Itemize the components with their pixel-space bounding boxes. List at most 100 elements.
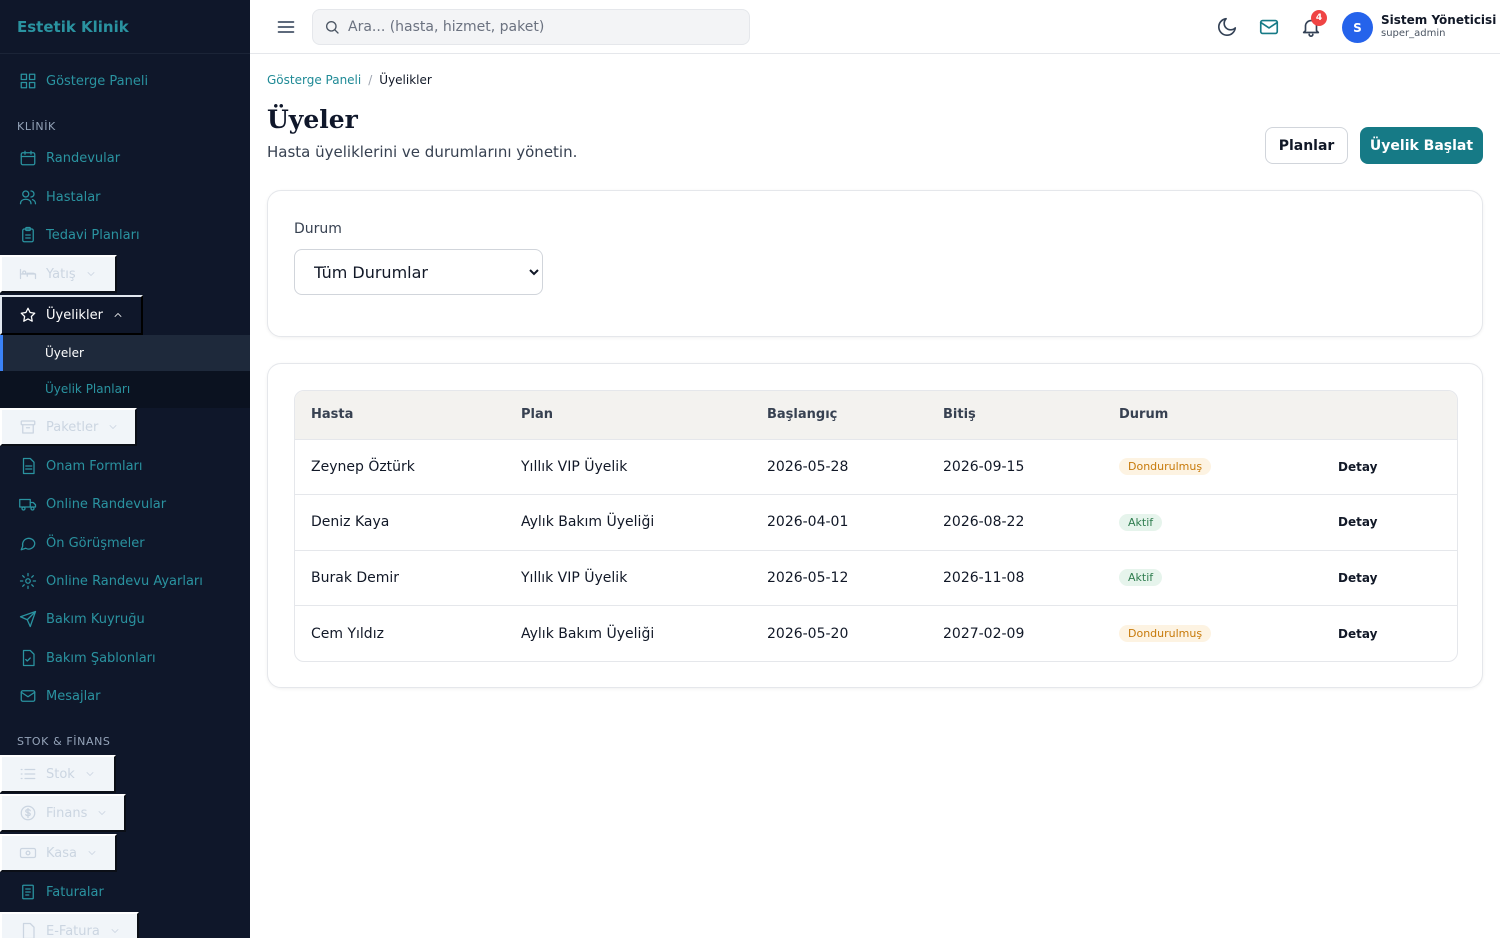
cell-end: 2026-08-22 bbox=[943, 514, 1025, 531]
sidebar-item-label: Kasa bbox=[46, 845, 78, 861]
sidebar-group-packages[interactable]: Paketler bbox=[0, 408, 137, 446]
sidebar-item-label: Randevular bbox=[46, 150, 121, 166]
cell-patient: Zeynep Öztürk bbox=[311, 458, 415, 475]
sidebar-item-treatment-plans[interactable]: Tedavi Planları bbox=[0, 217, 140, 253]
search-bar bbox=[312, 9, 750, 45]
status-badge: Dondurulmuş bbox=[1119, 625, 1212, 642]
list-icon bbox=[19, 765, 37, 783]
sidebar-group-yatis[interactable]: Yatış bbox=[0, 255, 117, 293]
sidebar-item-label: Finans bbox=[46, 805, 88, 821]
menu-icon[interactable] bbox=[276, 17, 296, 37]
search-icon bbox=[324, 19, 340, 35]
sidebar-subitem-membership-plans[interactable]: Üyelik Planları bbox=[0, 371, 250, 407]
sidebar-item-label: Online Randevu Ayarları bbox=[46, 573, 203, 589]
cell-action: Detay bbox=[1322, 606, 1457, 662]
cell-status: Aktif bbox=[1103, 550, 1322, 606]
chevron-down-icon bbox=[107, 421, 119, 433]
cell-start: 2026-05-20 bbox=[767, 625, 849, 642]
sidebar-item-care-queue[interactable]: Bakım Kuyruğu bbox=[0, 601, 145, 637]
start-membership-button[interactable]: Üyelik Başlat bbox=[1360, 127, 1483, 164]
sidebar-item-messages[interactable]: Mesajlar bbox=[0, 678, 101, 714]
sidebar-item-label: Stok bbox=[46, 766, 75, 782]
sidebar-item-online-appointment-settings[interactable]: Online Randevu Ayarları bbox=[0, 563, 203, 599]
cell-start: 2026-05-12 bbox=[767, 569, 849, 586]
sidebar-item-label: Faturalar bbox=[46, 884, 104, 900]
memberships-submenu: Üyeler Üyelik Planları bbox=[0, 335, 250, 408]
detail-link[interactable]: Detay bbox=[1338, 460, 1377, 474]
status-badge: Aktif bbox=[1119, 569, 1163, 587]
sidebar-group-e-invoice[interactable]: E-Fatura bbox=[0, 912, 139, 938]
cell-end: 2027-02-09 bbox=[943, 625, 1025, 642]
detail-link[interactable]: Detay bbox=[1338, 571, 1377, 585]
cell-patient: Burak Demir bbox=[311, 569, 400, 586]
chevron-down-icon bbox=[84, 768, 96, 780]
cell-end: 2026-09-15 bbox=[943, 458, 1025, 475]
column-header-plan: Plan bbox=[505, 391, 751, 440]
archive-icon bbox=[19, 418, 37, 436]
chevron-down-icon bbox=[109, 925, 121, 937]
sidebar-group-memberships[interactable]: Üyelikler bbox=[0, 295, 143, 335]
sidebar-item-care-templates[interactable]: Bakım Şablonları bbox=[0, 640, 156, 676]
detail-link[interactable]: Detay bbox=[1338, 515, 1377, 529]
clipboard-icon bbox=[19, 226, 37, 244]
column-header-start: Başlangıç bbox=[751, 391, 927, 440]
brand-logo[interactable]: Estetik Klinik bbox=[0, 0, 250, 54]
page-subtitle: Hasta üyeliklerini ve durumlarını yöneti… bbox=[267, 143, 578, 161]
topbar: 4 S Sistem Yöneticisi super_admin bbox=[250, 0, 1500, 54]
truck-icon bbox=[19, 495, 37, 513]
table-row: Burak Demir Yıllık VIP Üyelik 2026-05-12… bbox=[295, 550, 1457, 606]
cell-patient: Deniz Kaya bbox=[311, 514, 390, 531]
file-check-icon bbox=[19, 649, 37, 667]
sidebar-item-invoices[interactable]: Faturalar bbox=[0, 874, 104, 910]
breadcrumb-home-link[interactable]: Gösterge Paneli bbox=[267, 73, 361, 87]
cell-patient: Cem Yıldız bbox=[311, 625, 384, 642]
cell-start: 2026-04-01 bbox=[767, 514, 849, 531]
calendar-icon bbox=[19, 149, 37, 167]
members-table-card: Hasta Plan Başlangıç Bitiş Durum Zeynep … bbox=[267, 363, 1483, 688]
user-role: super_admin bbox=[1381, 28, 1446, 39]
table-row: Cem Yıldız Aylık Bakım Üyeliği 2026-05-2… bbox=[295, 606, 1457, 662]
sidebar-item-label: Online Randevular bbox=[46, 496, 167, 512]
sidebar-item-label: E-Fatura bbox=[46, 923, 100, 938]
search-input[interactable] bbox=[348, 19, 728, 35]
section-label-stock-finance: STOK & FİNANS bbox=[17, 735, 111, 748]
status-filter-select[interactable]: Tüm Durumlar bbox=[294, 249, 543, 295]
sidebar-item-consent-forms[interactable]: Onam Formları bbox=[0, 448, 143, 484]
sidebar-item-appointments[interactable]: Randevular bbox=[0, 140, 120, 176]
cell-end: 2026-11-08 bbox=[943, 569, 1025, 586]
sidebar-item-dashboard[interactable]: Gösterge Paneli bbox=[0, 63, 148, 99]
sidebar-item-label: Onam Formları bbox=[46, 458, 143, 474]
sidebar-item-patients[interactable]: Hastalar bbox=[0, 179, 101, 215]
users-icon bbox=[19, 188, 37, 206]
sidebar-item-online-appointments[interactable]: Online Randevular bbox=[0, 486, 166, 522]
mail-icon[interactable] bbox=[1258, 16, 1280, 38]
cell-plan: Yıllık VIP Üyelik bbox=[521, 569, 628, 586]
user-name[interactable]: Sistem Yöneticisi bbox=[1381, 13, 1496, 27]
moon-icon[interactable] bbox=[1216, 16, 1238, 38]
sidebar-item-pre-consultations[interactable]: Ön Görüşmeler bbox=[0, 525, 145, 561]
table-row: Deniz Kaya Aylık Bakım Üyeliği 2026-04-0… bbox=[295, 495, 1457, 550]
cash-icon bbox=[19, 844, 37, 862]
cell-plan: Aylık Bakım Üyeliği bbox=[521, 514, 655, 531]
filter-card: Durum Tüm Durumlar bbox=[267, 190, 1483, 337]
plans-button[interactable]: Planlar bbox=[1265, 127, 1348, 164]
sidebar-subitem-members[interactable]: Üyeler bbox=[0, 335, 250, 371]
sidebar-item-label: Yatış bbox=[46, 266, 76, 282]
send-icon bbox=[19, 610, 37, 628]
file-icon bbox=[19, 922, 37, 938]
cell-plan: Aylık Bakım Üyeliği bbox=[521, 625, 655, 642]
page-title: Üyeler bbox=[267, 105, 358, 134]
status-filter-label: Durum bbox=[294, 221, 342, 237]
sidebar-group-cash[interactable]: Kasa bbox=[0, 834, 117, 872]
grid-icon bbox=[19, 72, 37, 90]
avatar[interactable]: S bbox=[1342, 12, 1373, 43]
table-row: Zeynep Öztürk Yıllık VIP Üyelik 2026-05-… bbox=[295, 439, 1457, 495]
detail-link[interactable]: Detay bbox=[1338, 627, 1377, 641]
sidebar-item-label: Hastalar bbox=[46, 189, 101, 205]
sidebar-item-label: Bakım Şablonları bbox=[46, 650, 156, 666]
cell-action: Detay bbox=[1322, 550, 1457, 606]
sidebar-group-finance[interactable]: Finans bbox=[0, 794, 126, 832]
sidebar-group-stock[interactable]: Stok bbox=[0, 755, 116, 793]
sidebar-item-label: Üyelikler bbox=[46, 307, 103, 323]
status-badge: Dondurulmuş bbox=[1119, 458, 1212, 476]
